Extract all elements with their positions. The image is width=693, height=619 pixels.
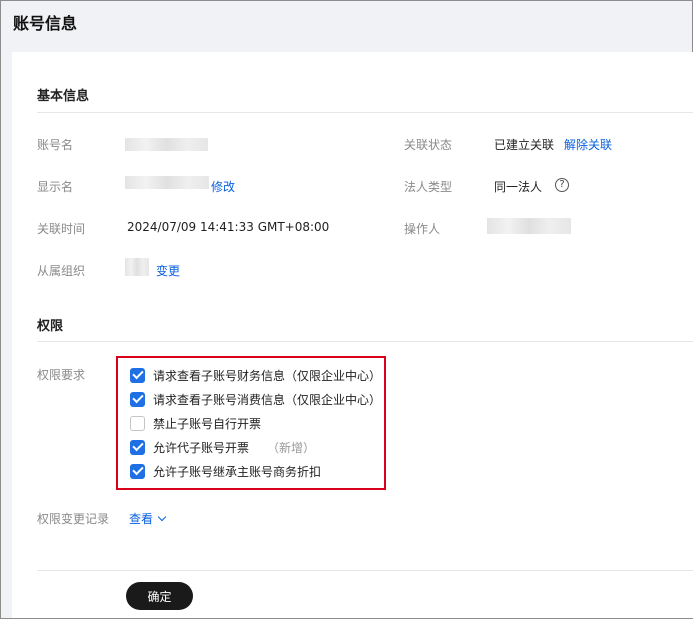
chevron-down-icon — [157, 512, 167, 522]
legal-type-value: 同一法人 — [494, 180, 543, 194]
checkbox-checked[interactable] — [130, 439, 145, 455]
page-title: 账号信息 — [13, 14, 78, 33]
permission-item-label: 允许子账号继承主账号商务折扣 — [153, 464, 322, 479]
permissions-title: 权限 — [37, 319, 64, 334]
unlink-link[interactable]: 解除关联 — [564, 136, 612, 153]
permission-item-inherit-discount[interactable]: 允许子账号继承主账号商务折扣 — [130, 462, 321, 480]
basic-info-title: 基本信息 — [37, 89, 90, 104]
checkbox-checked[interactable] — [130, 463, 145, 479]
link-status-label: 关联状态 — [404, 138, 453, 152]
history-view-text: 查看 — [129, 512, 154, 526]
requirements-label: 权限要求 — [37, 368, 86, 382]
confirm-button[interactable]: 确定 — [126, 582, 193, 610]
display-name-label: 显示名 — [37, 180, 74, 194]
account-name-value-redacted — [125, 138, 208, 151]
permission-item-forbid-self-invoice[interactable]: 禁止子账号自行开票 — [130, 414, 261, 432]
history-view-link[interactable]: 查看 — [129, 510, 167, 527]
link-status-value: 已建立关联 — [494, 138, 555, 152]
history-label: 权限变更记录 — [37, 512, 110, 526]
permission-item-view-finance[interactable]: 请求查看子账号财务信息（仅限企业中心） — [130, 366, 381, 384]
operator-value-redacted — [487, 218, 571, 234]
permission-item-label: 禁止子账号自行开票 — [153, 416, 262, 431]
permission-item-label: 请求查看子账号消费信息（仅限企业中心） — [153, 392, 382, 407]
checkbox-checked[interactable] — [130, 367, 145, 383]
permission-item-allow-proxy-invoice[interactable]: 允许代子账号开票 （新增） — [130, 438, 315, 456]
link-time-value: 2024/07/09 14:41:33 GMT+08:00 — [127, 220, 330, 234]
permissions-divider — [37, 341, 693, 342]
new-badge: （新增） — [267, 440, 316, 455]
permission-checkbox-group: 请求查看子账号财务信息（仅限企业中心） 请求查看子账号消费信息（仅限企业中心） … — [116, 356, 386, 490]
org-label: 从属组织 — [37, 264, 86, 278]
org-change-link[interactable]: 变更 — [156, 262, 180, 279]
footer-divider — [37, 570, 693, 571]
operator-label: 操作人 — [404, 222, 441, 236]
account-name-label: 账号名 — [37, 138, 74, 152]
org-value-redacted — [125, 258, 149, 276]
legal-type-label: 法人类型 — [404, 180, 453, 194]
permission-item-label: 允许代子账号开票 — [153, 440, 250, 455]
link-time-label: 关联时间 — [37, 222, 86, 236]
checkbox-checked[interactable] — [130, 391, 145, 407]
permission-item-view-consumption[interactable]: 请求查看子账号消费信息（仅限企业中心） — [130, 390, 381, 408]
checkbox-unchecked[interactable] — [130, 415, 145, 431]
help-icon[interactable]: ? — [555, 178, 569, 192]
display-name-edit-link[interactable]: 修改 — [211, 178, 235, 195]
basic-info-divider — [37, 112, 693, 113]
permission-item-label: 请求查看子账号财务信息（仅限企业中心） — [153, 368, 382, 383]
display-name-value-redacted — [125, 176, 209, 189]
account-info-card: 基本信息 账号名 显示名 修改 关联时间 2024/07/09 14:41:33… — [12, 52, 693, 618]
